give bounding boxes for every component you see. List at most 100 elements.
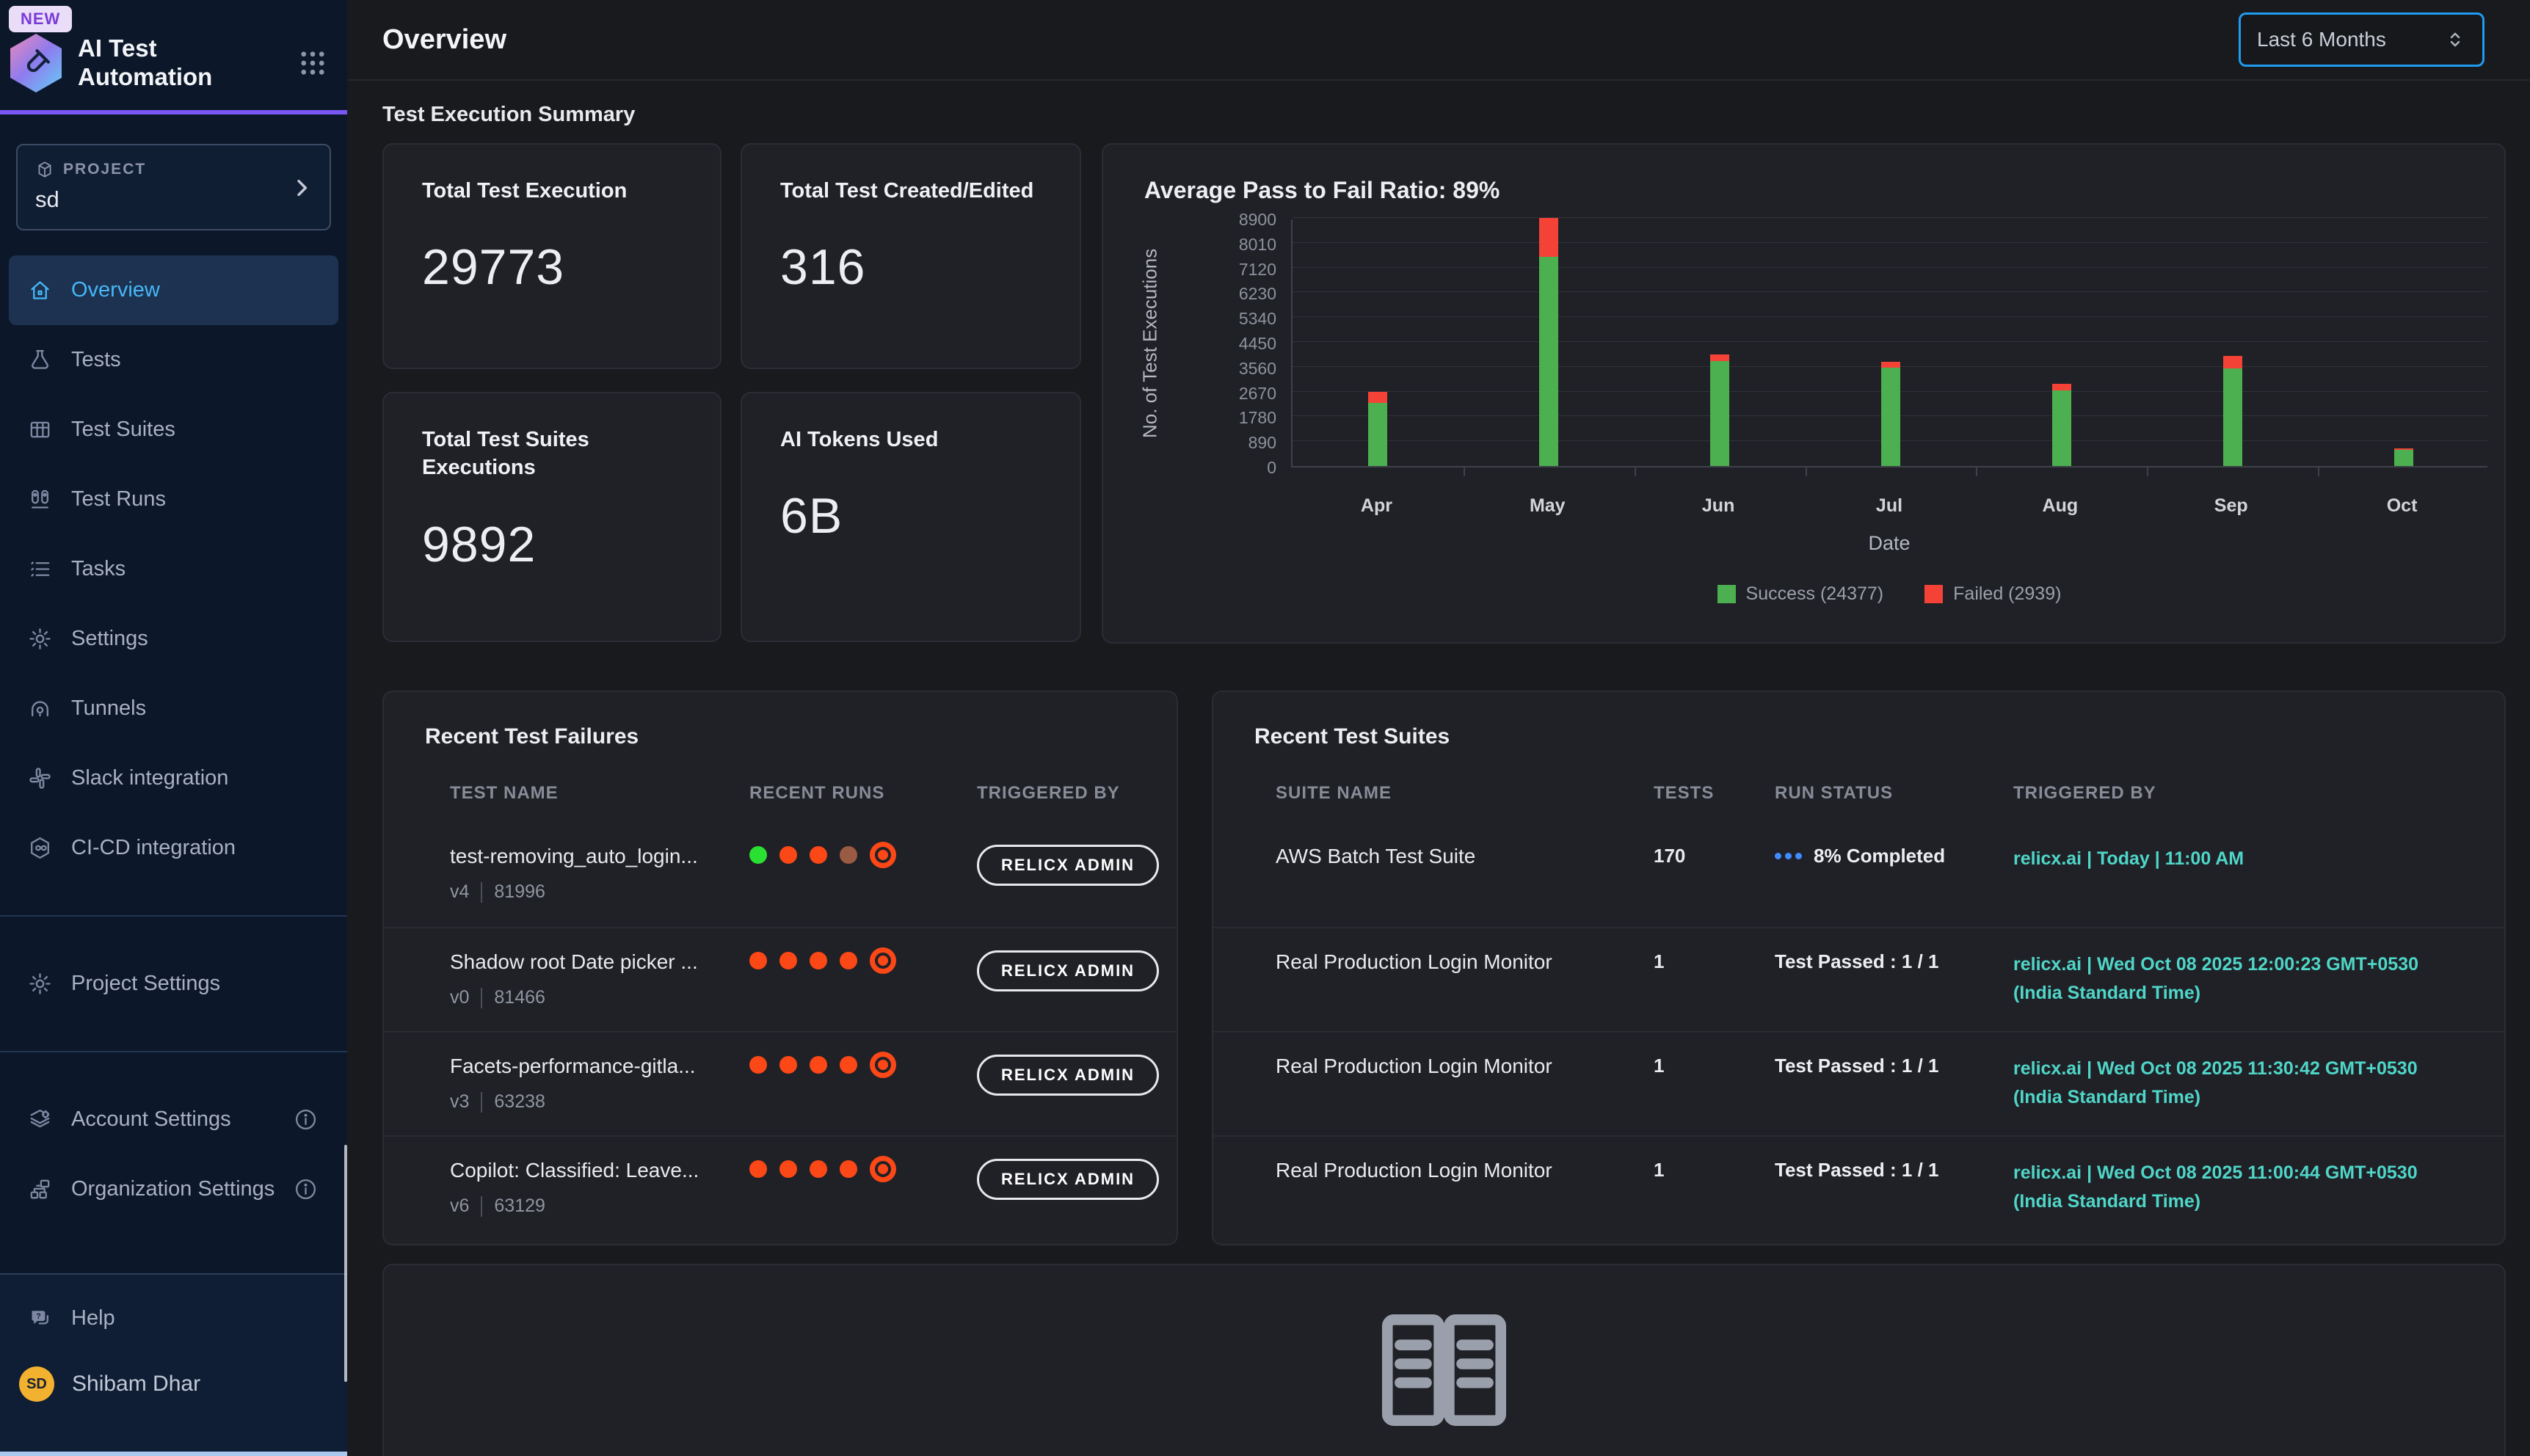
main-content: Overview Last 6 Months Test Execution Su… [347,0,2530,1456]
sidebar-item-help[interactable]: ? Help [9,1284,338,1353]
sidebar-item-label: Tests [71,346,338,373]
suite-status-text: Test Passed : 1 / 1 [1775,1159,1939,1182]
org-icon [28,1177,52,1201]
sidebar-item-overview[interactable]: Overview [9,255,338,325]
suite-name[interactable]: Real Production Login Monitor [1276,950,1654,974]
page-header: Overview Last 6 Months [347,0,2530,81]
run-status-dot-red[interactable] [810,1160,827,1178]
run-status-dot-ring[interactable] [870,842,896,868]
run-status-dot-brown[interactable] [840,846,857,864]
gridline [1293,217,2487,218]
gridline [1293,242,2487,243]
y-tick-label: 8900 [1199,210,1276,230]
summary-card-label: Total Test Suites Executions [422,426,682,482]
sidebar-item-tests[interactable]: Tests [9,325,338,395]
project-label-row: PROJECT [35,160,312,179]
run-status-dot-red[interactable] [779,846,797,864]
suite-triggered-by[interactable]: relicx.ai | Wed Oct 08 2025 12:00:23 GMT… [2013,950,2478,1008]
suite-tests-count: 170 [1654,845,1775,867]
run-status-dot-red[interactable] [810,1056,827,1074]
bar-success-segment [1881,368,1900,466]
summary-card-total-test-execution: Total Test Execution29773 [382,143,721,369]
column-header: SUITE NAME [1276,783,1654,804]
triggered-by-button[interactable]: RELICX ADMIN [977,950,1159,991]
test-name[interactable]: Copilot: Classified: Leave... [450,1159,749,1182]
sidebar-item-tasks[interactable]: Tasks [9,534,338,604]
run-status-dot-red[interactable] [749,1160,767,1178]
bar-failed-segment [2223,356,2242,368]
run-status-dot-red[interactable] [840,952,857,969]
suite-row: AWS Batch Test Suite1708% Completedrelic… [1213,823,2504,927]
run-status-dot-red[interactable] [840,1056,857,1074]
run-status-dot-red[interactable] [779,1056,797,1074]
run-status-dot-ring[interactable] [870,1156,896,1182]
suite-name[interactable]: Real Production Login Monitor [1276,1159,1654,1182]
y-tick-label: 4450 [1199,334,1276,354]
run-status-dot-ring[interactable] [870,947,896,974]
test-name[interactable]: Shadow root Date picker ... [450,950,749,974]
sidebar-item-settings[interactable]: Settings [9,604,338,674]
triggered-by-button[interactable]: RELICX ADMIN [977,1159,1159,1200]
y-tick-label: 8010 [1199,235,1276,255]
home-icon [28,278,52,302]
sidebar-item-label: Settings [71,625,338,652]
run-status-dot-red[interactable] [810,952,827,969]
test-version: v0 [450,987,469,1008]
new-badge: NEW [9,6,72,32]
run-status-dot-green[interactable] [749,846,767,864]
test-run-id: 63129 [494,1195,545,1217]
sidebar-item-label: Test Suites [71,416,338,443]
sidebar-item-slack-integration[interactable]: Slack integration [9,743,338,813]
sidebar-item-tunnels[interactable]: Tunnels [9,674,338,743]
legend-label: Failed (2939) [1953,583,2061,605]
user-menu[interactable]: SD Shibam Dhar [19,1366,338,1402]
suite-name[interactable]: AWS Batch Test Suite [1276,845,1654,868]
run-status-dot-red[interactable] [779,1160,797,1178]
tunnel-icon [28,696,52,721]
bar-success-segment [2052,390,2071,466]
suite-triggered-by[interactable]: relicx.ai | Wed Oct 08 2025 11:30:42 GMT… [2013,1055,2478,1112]
info-icon [294,1177,318,1201]
slack-icon [28,766,52,790]
suite-triggered-by[interactable]: relicx.ai | Wed Oct 08 2025 11:00:44 GMT… [2013,1159,2478,1216]
sidebar-item-organization-settings[interactable]: Organization Settings [9,1154,338,1224]
column-header: TESTS [1654,783,1775,804]
suite-triggered-by[interactable]: relicx.ai | Today | 11:00 AM [2013,845,2478,873]
triggered-by-button[interactable]: RELICX ADMIN [977,1055,1159,1096]
x-tick-label: Aug [1974,495,2145,517]
sidebar-item-test-runs[interactable]: Test Runs [9,465,338,534]
app-root: NEW AI Test Automation PROJECT sd Overvi… [0,0,2530,1456]
run-status-dot-red[interactable] [749,1056,767,1074]
run-status-dot-red[interactable] [779,952,797,969]
summary-card-total-test-suites-executions: Total Test Suites Executions9892 [382,392,721,642]
sidebar-item-project-settings[interactable]: Project Settings [9,949,338,1019]
sidebar-item-label: Slack integration [71,765,338,791]
test-version-id: v363238 [450,1091,749,1113]
run-status-dot-red[interactable] [749,952,767,969]
run-status-dot-red[interactable] [840,1160,857,1178]
x-tick-label: Jul [1804,495,1975,517]
failure-row: Facets-performance-gitla... v363238 RELICX… [384,1031,1177,1135]
suite-name[interactable]: Real Production Login Monitor [1276,1055,1654,1078]
date-range-select[interactable]: Last 6 Months [2239,12,2484,67]
run-status-dot-ring[interactable] [870,1052,896,1078]
test-name-cell: test-removing_auto_login...v481996 [450,845,749,903]
suite-status-text: Test Passed : 1 / 1 [1775,1055,1939,1077]
test-name[interactable]: test-removing_auto_login... [450,845,749,868]
project-label: PROJECT [63,161,146,178]
separator [481,1092,482,1113]
project-selector[interactable]: PROJECT sd [16,144,331,230]
gear-icon [28,972,52,996]
sidebar-item-test-suites[interactable]: Test Suites [9,395,338,465]
apps-grid-icon[interactable] [297,48,328,79]
tables-row: Recent Test Failures TEST NAME RECENT RU… [382,691,2506,1245]
sidebar-item-ci-cd-integration[interactable]: CI-CD integration [9,813,338,883]
gridline [1293,267,2487,268]
run-status-dot-red[interactable] [810,846,827,864]
flask-icon [28,348,52,372]
chevron-updown-icon [2444,29,2466,51]
triggered-by-button[interactable]: RELICX ADMIN [977,845,1159,886]
column-header: TRIGGERED BY [977,783,1147,804]
test-name[interactable]: Facets-performance-gitla... [450,1055,749,1078]
sidebar-item-account-settings[interactable]: Account Settings [9,1085,338,1154]
